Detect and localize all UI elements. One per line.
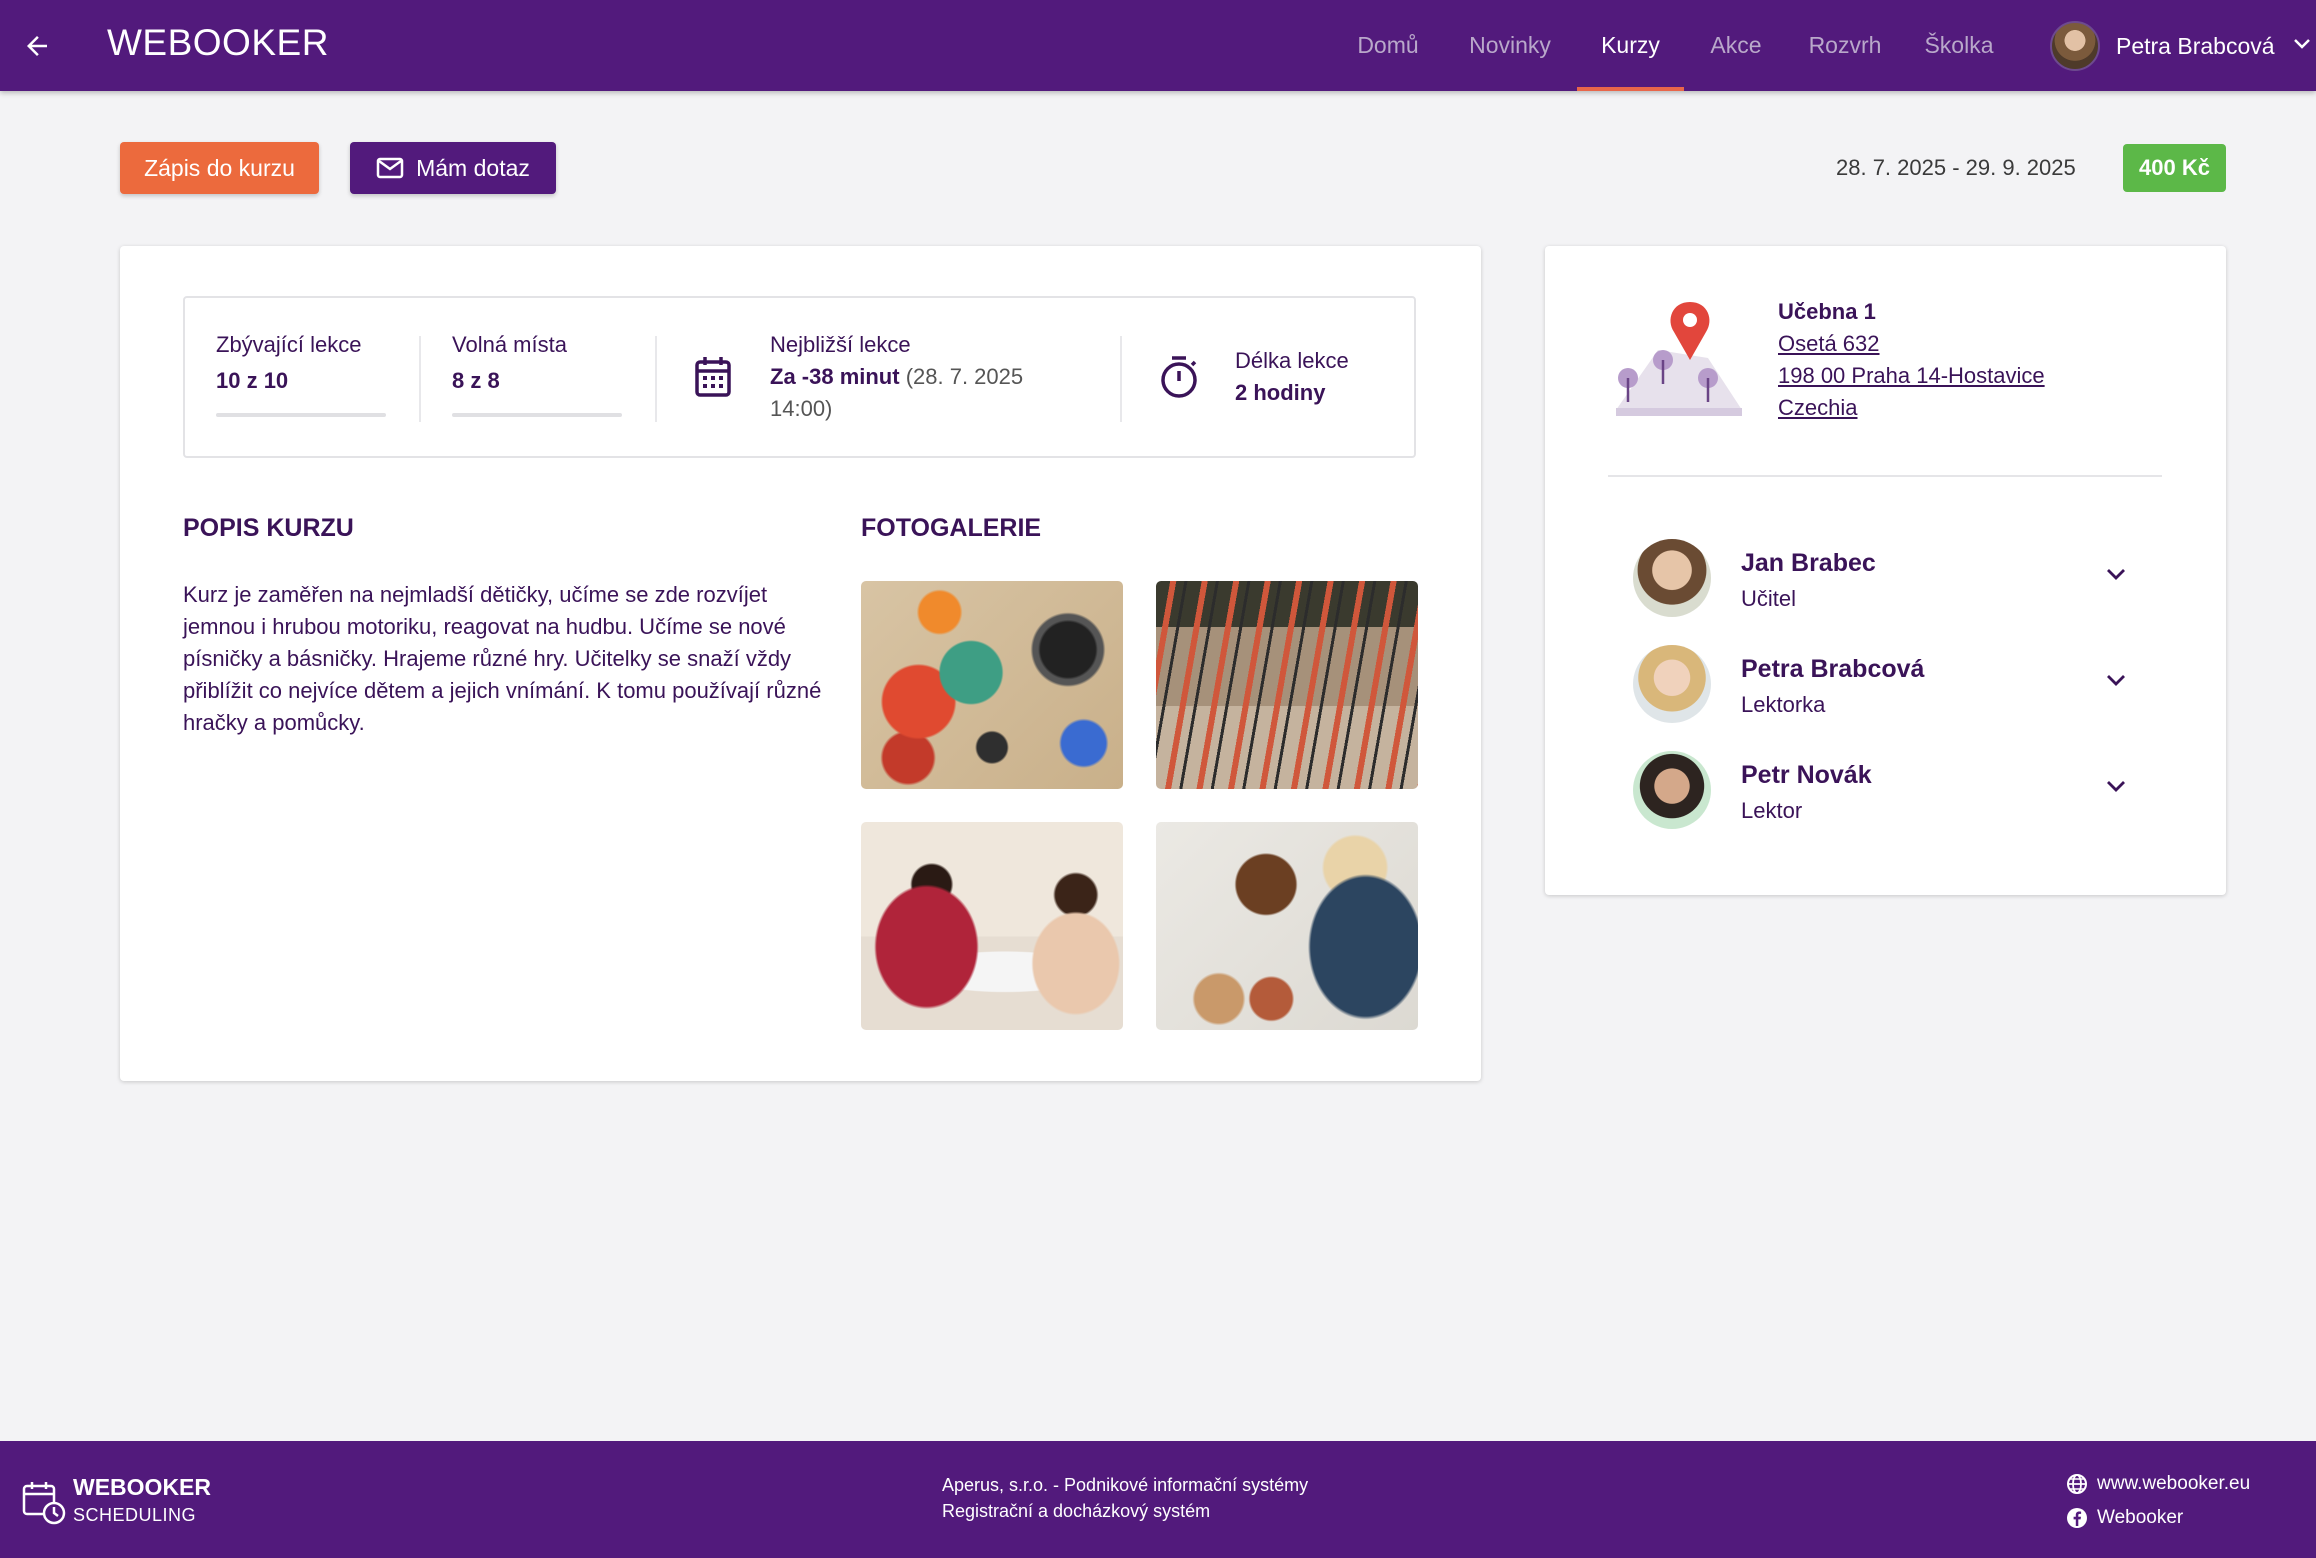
chevron-down-icon xyxy=(2105,567,2127,586)
chevron-down-icon xyxy=(2105,673,2127,692)
staff-role: Učitel xyxy=(1741,586,1797,611)
gallery-photo-child-wooden-toys[interactable] xyxy=(1156,822,1418,1030)
remaining-lessons-bar xyxy=(216,413,386,417)
footer-website-link[interactable]: www.webooker.eu xyxy=(2066,1471,2250,1497)
address-street-link[interactable]: Osetá 632 xyxy=(1778,331,1880,357)
footer-system-line: Registrační a docházkový systém xyxy=(942,1501,1211,1521)
divider xyxy=(1120,336,1122,422)
nav-item-akce[interactable]: Akce xyxy=(1698,0,1774,91)
avatar xyxy=(1633,751,1711,829)
avatar xyxy=(2050,21,2100,71)
free-spots-label: Volná místa xyxy=(452,332,567,357)
address-country-link[interactable]: Czechia xyxy=(1778,395,1857,421)
staff-role: Lektor xyxy=(1741,798,1803,823)
chevron-down-icon xyxy=(2105,779,2127,798)
divider xyxy=(419,336,421,422)
course-date-range: 28. 7. 2025 - 29. 9. 2025 xyxy=(1836,155,2076,180)
avatar xyxy=(1633,539,1711,617)
gallery-photo-floor-game[interactable] xyxy=(1156,581,1418,789)
map-location-illustration xyxy=(1608,298,1746,423)
staff-item-petr-novak[interactable]: Petr Novák Lektor xyxy=(1633,751,2153,831)
staff-name: Petr Novák xyxy=(1741,761,1872,789)
room-name: Učebna 1 xyxy=(1778,299,1876,324)
user-name: Petra Brabcová xyxy=(2116,32,2275,59)
footer-facebook-label: Webooker xyxy=(2097,1507,2184,1528)
enroll-button[interactable]: Zápis do kurzu xyxy=(120,142,319,194)
lesson-duration-label: Délka lekce xyxy=(1235,348,1349,373)
remaining-lessons-label: Zbývající lekce xyxy=(216,332,362,357)
next-lesson-value: Za -38 minut (28. 7. 2025 xyxy=(770,364,1023,390)
staff-name: Petra Brabcová xyxy=(1741,655,1925,683)
nav-item-domu[interactable]: Domů xyxy=(1340,0,1436,91)
next-lesson-label: Nejbližší lekce xyxy=(770,332,911,357)
chevron-down-icon xyxy=(2293,37,2311,55)
description-title: POPIS KURZU xyxy=(183,514,354,542)
staff-role: Lektorka xyxy=(1741,692,1826,717)
footer-brand: WEBOOKER xyxy=(73,1474,211,1500)
nav-item-novinky[interactable]: Novinky xyxy=(1459,0,1561,91)
staff-item-jan-brabec[interactable]: Jan Brabec Učitel xyxy=(1633,539,2153,619)
next-lesson-date: (28. 7. 2025 xyxy=(899,364,1024,389)
nav-item-kurzy[interactable]: Kurzy xyxy=(1577,0,1684,91)
back-arrow-icon[interactable] xyxy=(18,27,56,65)
course-detail-card: Zbývající lekce 10 z 10 Volná místa 8 z … xyxy=(120,246,1481,1081)
staff-name: Jan Brabec xyxy=(1741,549,1876,577)
free-spots-value: 8 z 8 xyxy=(452,368,500,393)
app-brand: WEBOOKER xyxy=(107,22,329,63)
gallery-photo-board-games[interactable] xyxy=(861,581,1123,789)
gallery-photo-children-playing[interactable] xyxy=(861,822,1123,1030)
address-city-link[interactable]: 198 00 Praha 14-Hostavice xyxy=(1778,363,2045,389)
next-lesson-countdown: Za -38 minut xyxy=(770,364,900,389)
gallery-title: FOTOGALERIE xyxy=(861,514,1042,542)
ask-question-button[interactable]: Mám dotaz xyxy=(350,142,556,194)
nav-item-rozvrh[interactable]: Rozvrh xyxy=(1800,0,1890,91)
avatar xyxy=(1633,645,1711,723)
staff-item-petra-brabcova[interactable]: Petra Brabcová Lektorka xyxy=(1633,645,2153,725)
footer-company-line: Aperus, s.r.o. - Podnikové informační sy… xyxy=(942,1475,1309,1495)
stopwatch-icon xyxy=(1158,354,1200,405)
footer: WEBOOKER SCHEDULING Aperus, s.r.o. - Pod… xyxy=(0,1441,2316,1558)
next-lesson-time: 14:00) xyxy=(770,396,833,421)
location-staff-card: Učebna 1 Osetá 632 198 00 Praha 14-Hosta… xyxy=(1545,246,2226,895)
envelope-icon xyxy=(376,157,404,179)
divider xyxy=(655,336,657,422)
course-description: Kurz je zaměřen na nejmladší dětičky, uč… xyxy=(183,582,822,735)
footer-facebook-link[interactable]: Webooker xyxy=(2066,1505,2183,1531)
lesson-duration-value: 2 hodiny xyxy=(1235,380,1326,405)
user-menu[interactable]: Petra Brabcová xyxy=(2050,20,2311,72)
price-badge: 400 Kč xyxy=(2123,144,2226,192)
course-stats-panel: Zbývající lekce 10 z 10 Volná místa 8 z … xyxy=(183,296,1416,458)
nav-item-skolka[interactable]: Školka xyxy=(1913,0,2005,91)
top-app-bar: WEBOOKER Domů Novinky Kurzy Akce Rozvrh … xyxy=(0,0,2316,91)
calendar-icon xyxy=(694,356,732,403)
ask-question-label: Mám dotaz xyxy=(416,154,530,181)
remaining-lessons-value: 10 z 10 xyxy=(216,368,289,393)
divider xyxy=(1608,475,2162,477)
calendar-clock-icon xyxy=(22,1481,66,1530)
facebook-icon xyxy=(2067,1508,2087,1528)
globe-icon xyxy=(2067,1474,2087,1494)
free-spots-bar xyxy=(452,413,622,417)
footer-brand-sub: SCHEDULING xyxy=(73,1505,197,1525)
footer-website-label: www.webooker.eu xyxy=(2097,1473,2251,1494)
